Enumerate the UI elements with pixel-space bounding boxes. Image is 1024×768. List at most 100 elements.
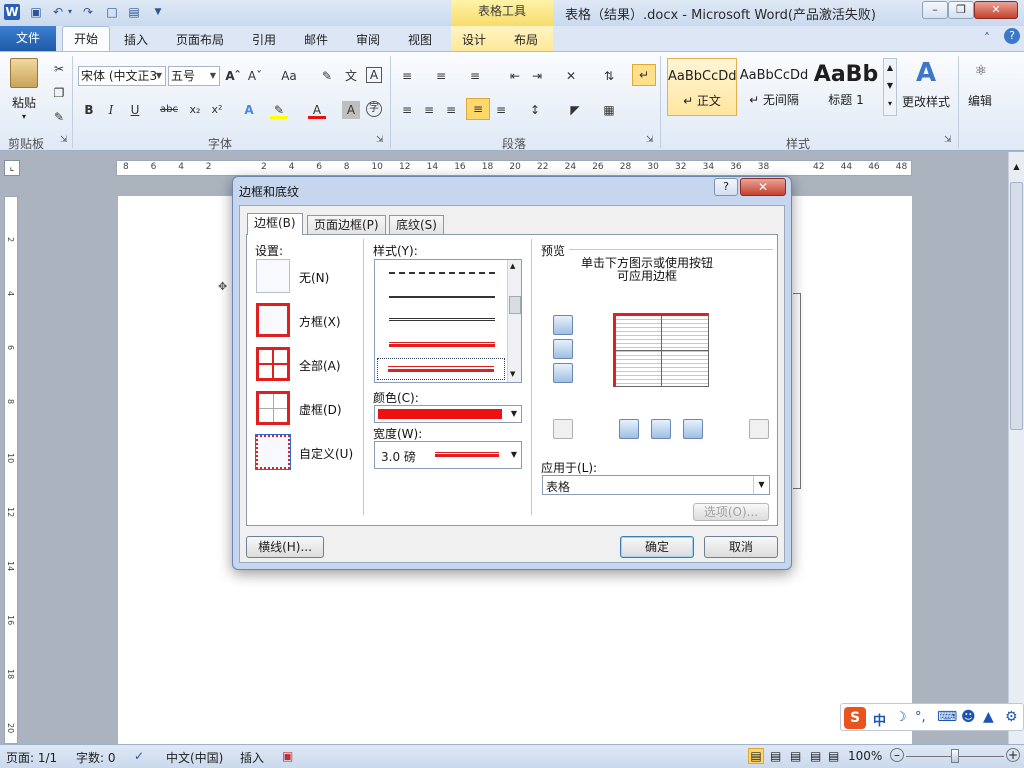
tab-insert[interactable]: 插入	[124, 31, 148, 48]
inside-vertical-border-button[interactable]	[651, 419, 671, 439]
style-heading-1[interactable]: AaBb 标题 1	[811, 58, 881, 116]
chinese-layout-icon[interactable]: ✕	[562, 67, 580, 85]
redo-icon[interactable]: ↷	[80, 4, 96, 20]
editing-button[interactable]: 编辑	[968, 92, 992, 109]
insert-mode-indicator[interactable]: 插入	[240, 749, 264, 766]
ok-button[interactable]: 确定	[620, 536, 694, 558]
line-style-item-selected[interactable]	[377, 358, 505, 380]
tab-home[interactable]: 开始	[62, 26, 110, 52]
grow-font-icon[interactable]: Aˆ	[224, 67, 242, 85]
line-style-list[interactable]: ▲ ▼	[374, 259, 522, 383]
tab-references[interactable]: 引用	[252, 31, 276, 48]
character-border-icon[interactable]: A	[366, 67, 382, 83]
binoculars-icon[interactable]: ⚛	[970, 62, 992, 84]
line-style-item[interactable]	[389, 318, 495, 321]
italic-icon[interactable]: I	[102, 101, 120, 119]
sogou-logo-icon[interactable]: S	[844, 707, 866, 729]
copy-icon[interactable]: ❐	[50, 84, 68, 102]
style-no-spacing[interactable]: AaBbCcDd ↵ 无间隔	[739, 58, 809, 116]
setting-grid-icon[interactable]	[256, 391, 290, 425]
align-center-icon[interactable]: ≡	[420, 101, 438, 119]
bottom-border-button[interactable]	[553, 363, 573, 383]
multilevel-list-icon[interactable]: ≡	[466, 67, 484, 85]
chevron-down-icon[interactable]: ▼	[753, 476, 769, 494]
dialog-close-button[interactable]: ✕	[740, 178, 786, 196]
tab-mailings[interactable]: 邮件	[304, 31, 328, 48]
tab-shading[interactable]: 底纹(S)	[389, 215, 444, 235]
style-list-thumb[interactable]	[509, 296, 521, 314]
macro-record-icon[interactable]: ▣	[282, 749, 293, 763]
borders-icon[interactable]: ▦	[600, 101, 618, 119]
change-styles-button[interactable]: 更改样式	[902, 93, 950, 110]
underline-icon[interactable]: U	[126, 101, 144, 119]
show-marks-icon[interactable]: ↵	[632, 64, 656, 86]
paragraph-shading-icon[interactable]: ◤	[566, 101, 584, 119]
color-dropdown[interactable]: ▼	[374, 405, 522, 423]
strikethrough-icon[interactable]: abc	[160, 101, 178, 119]
font-launcher-icon[interactable]: ⇲	[376, 135, 384, 145]
dialog-help-button[interactable]: ?	[714, 178, 738, 196]
line-style-item[interactable]	[389, 342, 495, 347]
save-icon[interactable]: ▣	[28, 4, 44, 20]
enclose-characters-icon[interactable]: 字	[366, 101, 382, 117]
left-border-button[interactable]	[619, 419, 639, 439]
print-layout-view-icon[interactable]: ▤	[748, 748, 764, 764]
tab-view[interactable]: 视图	[408, 31, 432, 48]
minimize-button[interactable]: –	[922, 1, 948, 19]
numbering-icon[interactable]: ≡	[432, 67, 450, 85]
setting-custom-icon[interactable]	[255, 434, 291, 470]
chevron-down-icon[interactable]: ▼	[207, 67, 219, 85]
setting-all-icon[interactable]	[256, 347, 290, 381]
table-move-handle-icon[interactable]: ✥	[218, 280, 227, 293]
draft-view-icon[interactable]: ▤	[828, 749, 839, 763]
styles-launcher-icon[interactable]: ⇲	[944, 135, 952, 145]
line-spacing-icon[interactable]: ↕	[526, 101, 544, 119]
zoom-level[interactable]: 100%	[848, 749, 882, 763]
help-icon[interactable]: ?	[1004, 28, 1020, 44]
apply-to-dropdown[interactable]: 表格 ▼	[542, 475, 770, 495]
style-normal[interactable]: AaBbCcDd ↵ 正文	[667, 58, 737, 116]
change-styles-icon[interactable]: A	[912, 58, 940, 88]
punctuation-icon[interactable]: °,	[915, 710, 926, 725]
chevron-down-icon[interactable]: ▼	[153, 67, 165, 85]
setting-none[interactable]: 无(N)	[299, 269, 329, 286]
bullets-icon[interactable]: ≡	[398, 67, 416, 85]
setting-box[interactable]: 方框(X)	[299, 313, 341, 330]
skin-icon[interactable]: ▲	[983, 709, 994, 725]
top-border-button[interactable]	[553, 315, 573, 335]
scroll-down-icon[interactable]: ▼	[510, 370, 515, 378]
cancel-button[interactable]: 取消	[704, 536, 778, 558]
justify-icon[interactable]: ≡	[466, 98, 490, 120]
right-border-button[interactable]	[683, 419, 703, 439]
horizontal-line-button[interactable]: 横线(H)...	[246, 536, 324, 558]
increase-indent-icon[interactable]: ⇥	[528, 67, 546, 85]
horizontal-ruler[interactable]: 8 6 4 2 2 4 6 8 10 12 14 16 18 20 22 24 26 28 30 32 34 36 38 42…	[116, 160, 912, 176]
language-indicator[interactable]: 中文(中国)	[166, 749, 223, 766]
decrease-indent-icon[interactable]: ⇤	[506, 67, 524, 85]
inside-horizontal-border-button[interactable]	[553, 339, 573, 359]
tools-icon[interactable]: ⚙	[1005, 709, 1018, 725]
ribbon-collapse-icon[interactable]: ˄	[984, 31, 990, 45]
zoom-in-icon[interactable]: +	[1006, 748, 1020, 762]
vertical-scrollbar[interactable]: ▲ ▼	[1008, 152, 1024, 744]
vertical-ruler[interactable]: 2 4 6 8 10 12 14 16 18 20	[4, 196, 18, 744]
outline-view-icon[interactable]: ▤	[810, 749, 821, 763]
styles-gallery-scroll[interactable]: ▲ ▼ ▾	[883, 58, 897, 116]
paste-icon[interactable]	[10, 58, 38, 88]
keyboard-icon[interactable]: ⌨	[937, 709, 957, 725]
font-size-combo[interactable]: 五号 ▼	[168, 66, 220, 86]
bold-icon[interactable]: B	[80, 101, 98, 119]
width-dropdown[interactable]: 3.0 磅 ▼	[374, 441, 522, 469]
undo-dropdown-icon[interactable]: ▾	[66, 4, 74, 20]
scroll-up-icon[interactable]: ▲	[1010, 162, 1023, 176]
paragraph-launcher-icon[interactable]: ⇲	[646, 135, 654, 145]
cut-icon[interactable]: ✂	[50, 60, 68, 78]
proofing-icon[interactable]: ✓	[134, 749, 144, 763]
style-list-scrollbar[interactable]: ▲ ▼	[507, 260, 521, 382]
moon-icon[interactable]: ☽	[895, 710, 907, 725]
diagonal-down-button[interactable]	[553, 419, 573, 439]
font-name-combo[interactable]: 宋体 (中文正3 ▼	[78, 66, 166, 86]
phonetic-guide-icon[interactable]: 文	[342, 67, 360, 85]
setting-none-icon[interactable]	[256, 259, 290, 293]
setting-custom[interactable]: 自定义(U)	[299, 445, 353, 462]
